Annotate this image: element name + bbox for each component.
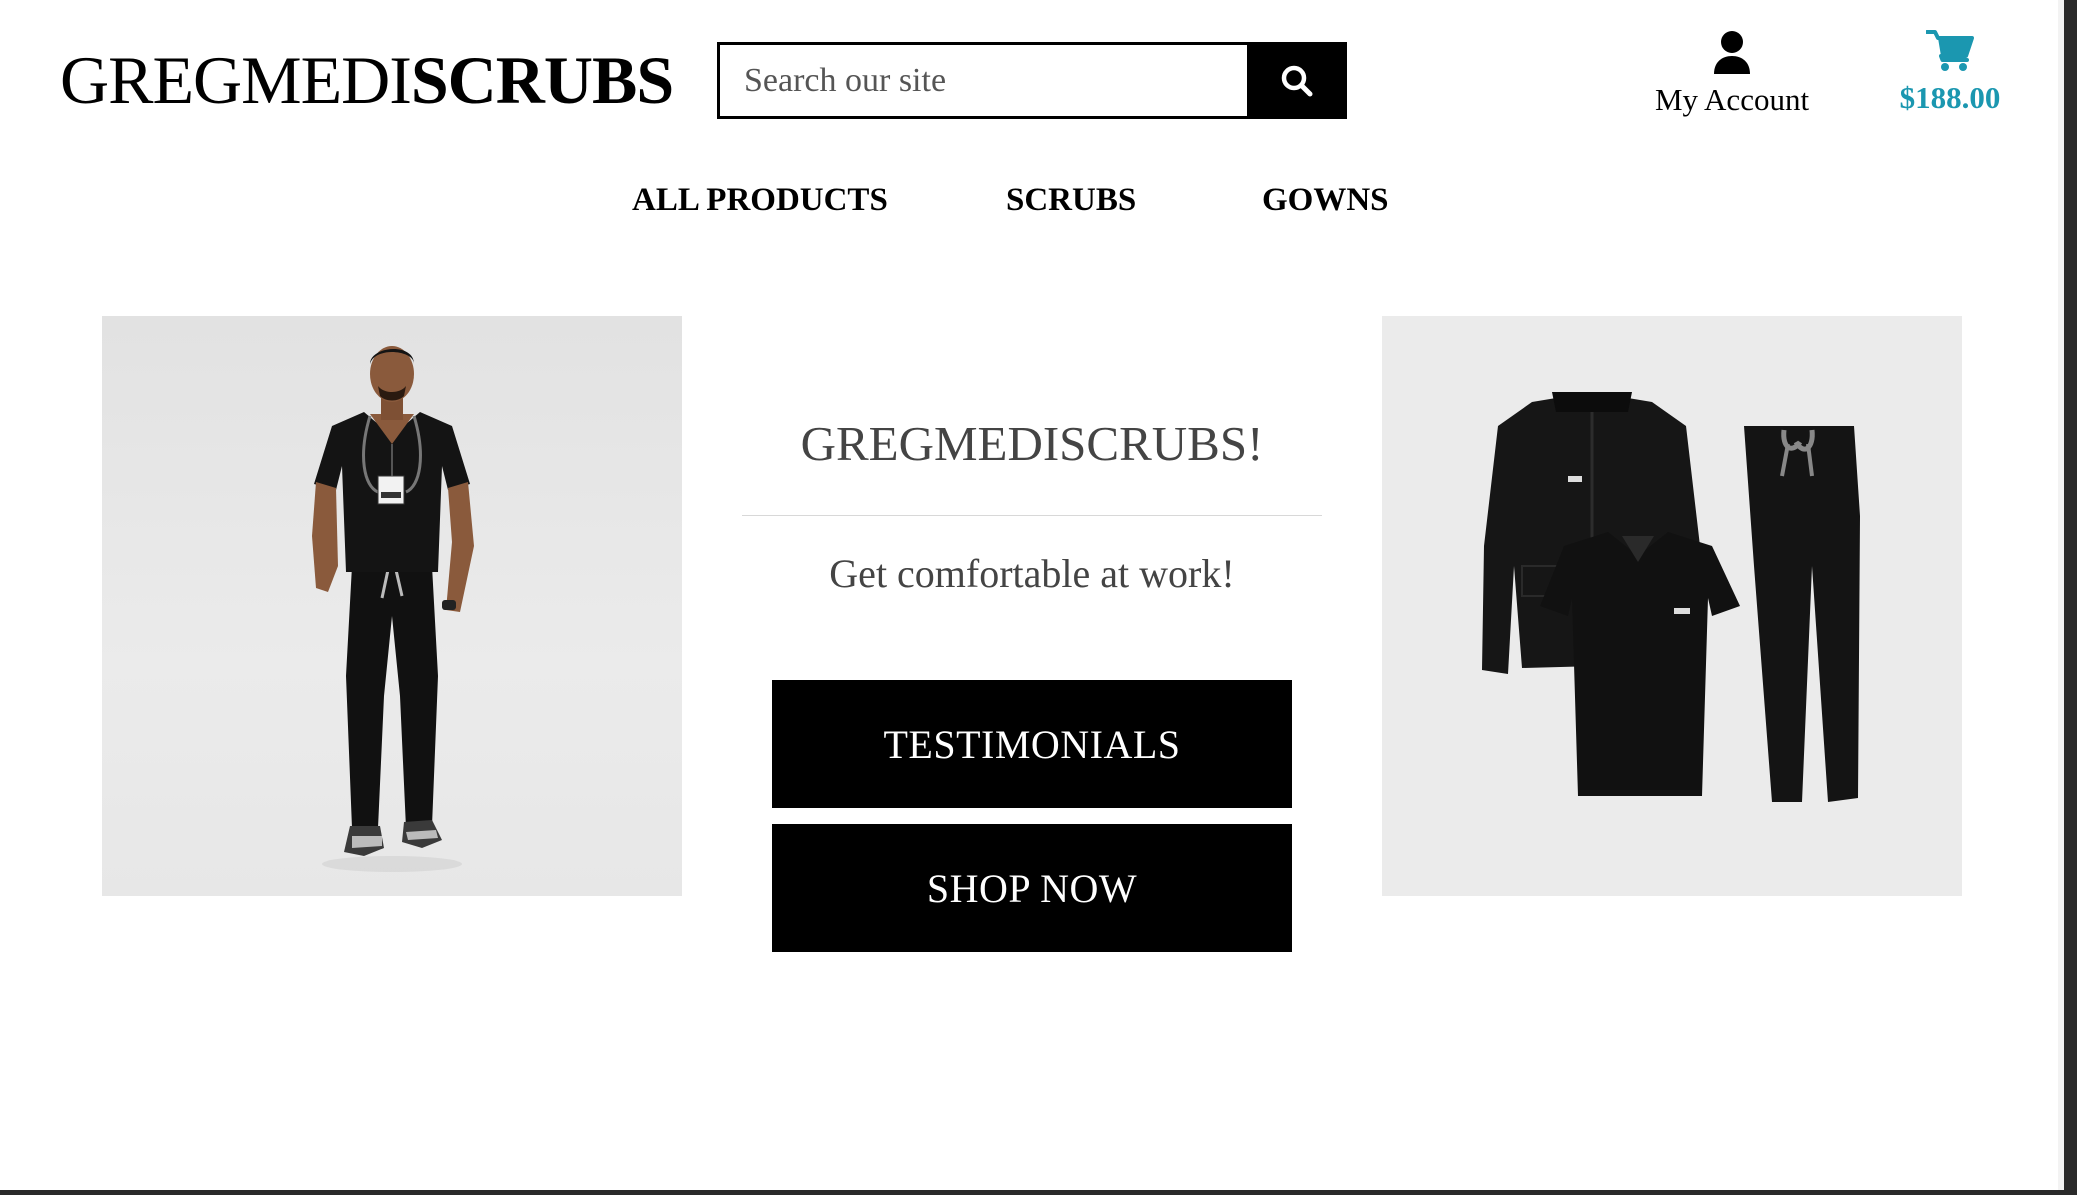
cart-link[interactable]: $188.00 — [1890, 28, 2010, 118]
logo-text-bold: SCRUBS — [410, 42, 674, 118]
search-form — [717, 42, 1347, 119]
nav-all-products[interactable]: ALL PRODUCTS — [632, 178, 888, 222]
cart-total: $188.00 — [1899, 80, 2001, 115]
search-button[interactable] — [1247, 42, 1347, 119]
hero-tagline: Get comfortable at work! — [829, 551, 1235, 596]
search-input[interactable] — [717, 42, 1247, 119]
hero-image-model — [102, 316, 682, 896]
hero-title: GREGMEDISCRUBS! — [800, 416, 1264, 471]
main-nav: ALL PRODUCTS SCRUBS GOWNS — [0, 178, 2064, 222]
nav-scrubs[interactable]: SCRUBS — [1006, 178, 1136, 222]
testimonials-button[interactable]: TESTIMONIALS — [772, 680, 1292, 808]
hero-image-scrubs-set — [1382, 316, 1962, 896]
window-bottom-edge — [0, 1190, 2077, 1195]
user-icon — [1714, 31, 1750, 74]
scrubs-set-illustration — [1482, 392, 1860, 802]
search-icon — [1281, 65, 1313, 96]
logo-text-light: GREGMEDI — [60, 42, 412, 118]
hero-center-panel: GREGMEDISCRUBS! Get comfortable at work! — [742, 400, 1322, 599]
window-scrollbar[interactable] — [2064, 0, 2077, 1195]
nav-gowns[interactable]: GOWNS — [1262, 178, 1389, 222]
site-logo[interactable]: GREGMEDISCRUBS — [60, 40, 674, 120]
model-in-scrubs-illustration — [312, 346, 474, 872]
hero-divider — [742, 515, 1322, 516]
my-account-label: My Account — [1654, 82, 1810, 117]
shopping-cart-icon — [1926, 30, 1974, 71]
my-account-link[interactable]: My Account — [1640, 30, 1824, 120]
shop-now-button[interactable]: SHOP NOW — [772, 824, 1292, 952]
